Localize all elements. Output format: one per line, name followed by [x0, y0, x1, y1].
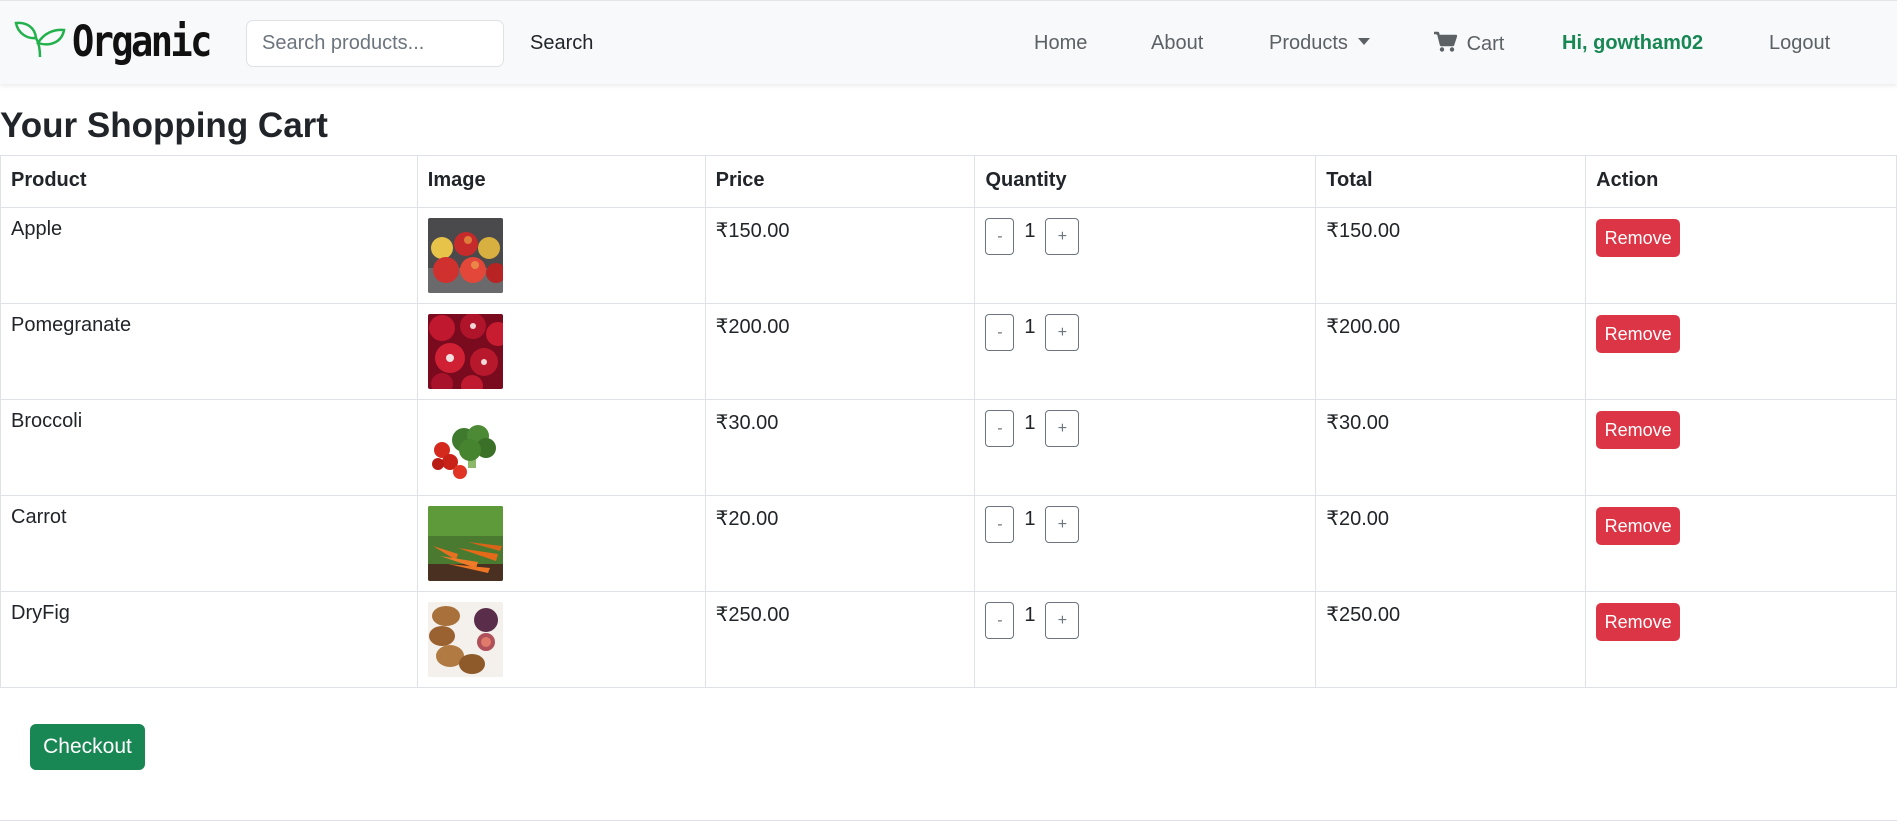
brand-name: Organic [72, 17, 212, 67]
action-cell: Remove [1585, 495, 1897, 592]
action-cell: Remove [1585, 591, 1897, 688]
action-cell: Remove [1585, 207, 1897, 304]
quantity-value: 1 [1024, 508, 1036, 530]
row-total: ₹20.00 [1315, 495, 1587, 592]
decrease-quantity-button[interactable]: - [985, 314, 1015, 351]
image-cell [416, 207, 706, 304]
cart-icon [1433, 31, 1467, 55]
image-cell [416, 591, 706, 688]
remove-button[interactable]: Remove [1596, 315, 1681, 353]
row-total: ₹150.00 [1315, 207, 1587, 304]
increase-quantity-button[interactable]: + [1045, 506, 1080, 543]
quantity-cell: - 1 + [974, 495, 1317, 592]
table-row: Apple ₹150.00 - 1 + ₹150.00 Remove [0, 207, 1897, 304]
product-price: ₹150.00 [704, 207, 976, 304]
remove-button[interactable]: Remove [1596, 411, 1681, 449]
header-product: Product [0, 155, 418, 208]
quantity-stepper: - 1 + [985, 314, 1305, 351]
increase-quantity-button[interactable]: + [1045, 218, 1080, 255]
image-cell [416, 495, 706, 592]
product-price: ₹30.00 [704, 399, 976, 496]
remove-button[interactable]: Remove [1596, 507, 1681, 545]
increase-quantity-button[interactable]: + [1045, 410, 1080, 447]
header-image: Image [416, 155, 706, 208]
quantity-stepper: - 1 + [985, 602, 1305, 639]
leaf-sprout-icon [14, 19, 66, 65]
row-total: ₹250.00 [1315, 591, 1587, 688]
header-price: Price [704, 155, 976, 208]
nav-products-label: Products [1269, 32, 1348, 54]
remove-button[interactable]: Remove [1596, 219, 1681, 257]
nav-cart-label: Cart [1466, 33, 1505, 55]
image-cell [416, 303, 706, 400]
increase-quantity-button[interactable]: + [1045, 602, 1080, 639]
quantity-cell: - 1 + [974, 303, 1317, 400]
header-action: Action [1585, 155, 1897, 208]
nav-home-link[interactable]: Home [1034, 31, 1087, 55]
quantity-cell: - 1 + [974, 207, 1317, 304]
table-row: Broccoli ₹30.00 - 1 + ₹30.00 Remove [0, 399, 1897, 496]
action-cell: Remove [1585, 303, 1897, 400]
quantity-stepper: - 1 + [985, 218, 1305, 255]
pomegranate-image [427, 314, 503, 389]
footer-divider [0, 820, 1897, 821]
remove-button[interactable]: Remove [1596, 603, 1681, 641]
product-name: DryFig [0, 591, 418, 688]
quantity-stepper: - 1 + [985, 410, 1305, 447]
product-price: ₹20.00 [704, 495, 976, 592]
table-row: DryFig ₹250.00 - 1 + ₹250.00 Remove [0, 591, 1897, 688]
product-name: Broccoli [0, 399, 418, 496]
quantity-cell: - 1 + [974, 399, 1317, 496]
row-total: ₹200.00 [1315, 303, 1587, 400]
decrease-quantity-button[interactable]: - [985, 410, 1015, 447]
product-price: ₹200.00 [704, 303, 976, 400]
product-name: Pomegranate [0, 303, 418, 400]
quantity-value: 1 [1024, 220, 1036, 242]
increase-quantity-button[interactable]: + [1045, 314, 1080, 351]
nav-cart-link[interactable]: Cart [1433, 31, 1504, 56]
quantity-value: 1 [1024, 316, 1036, 338]
table-row: Pomegranate ₹200.00 - 1 + ₹200.00 Remove [0, 303, 1897, 400]
dryfig-image [427, 602, 503, 677]
carrot-image [427, 506, 503, 581]
search-button[interactable]: Search [516, 20, 607, 67]
decrease-quantity-button[interactable]: - [985, 506, 1015, 543]
checkout-button[interactable]: Checkout [30, 724, 145, 770]
apple-image [427, 218, 503, 293]
decrease-quantity-button[interactable]: - [985, 602, 1015, 639]
caret-down-icon [1357, 38, 1370, 45]
page-title: Your Shopping Cart [0, 106, 328, 145]
broccoli-image [427, 410, 503, 485]
decrease-quantity-button[interactable]: - [985, 218, 1015, 255]
user-greeting[interactable]: Hi, gowtham02 [1562, 31, 1703, 55]
search-input[interactable] [246, 20, 504, 67]
product-name: Apple [0, 207, 418, 304]
top-navbar: Organic Search Home About Products Cart … [0, 0, 1897, 84]
product-name: Carrot [0, 495, 418, 592]
header-total: Total [1315, 155, 1587, 208]
table-row: Carrot ₹20.00 - 1 + ₹20.00 Remove [0, 495, 1897, 592]
nav-products-dropdown[interactable]: Products [1269, 31, 1370, 55]
quantity-value: 1 [1024, 604, 1036, 626]
quantity-value: 1 [1024, 412, 1036, 434]
row-total: ₹30.00 [1315, 399, 1587, 496]
table-header-row: Product Image Price Quantity Total Actio… [0, 155, 1897, 208]
quantity-cell: - 1 + [974, 591, 1317, 688]
nav-logout-link[interactable]: Logout [1769, 31, 1830, 55]
header-quantity: Quantity [974, 155, 1317, 208]
brand-logo[interactable]: Organic [14, 13, 232, 71]
cart-table: Product Image Price Quantity Total Actio… [0, 155, 1897, 688]
action-cell: Remove [1585, 399, 1897, 496]
quantity-stepper: - 1 + [985, 506, 1305, 543]
product-price: ₹250.00 [704, 591, 976, 688]
image-cell [416, 399, 706, 496]
nav-about-link[interactable]: About [1151, 31, 1203, 55]
